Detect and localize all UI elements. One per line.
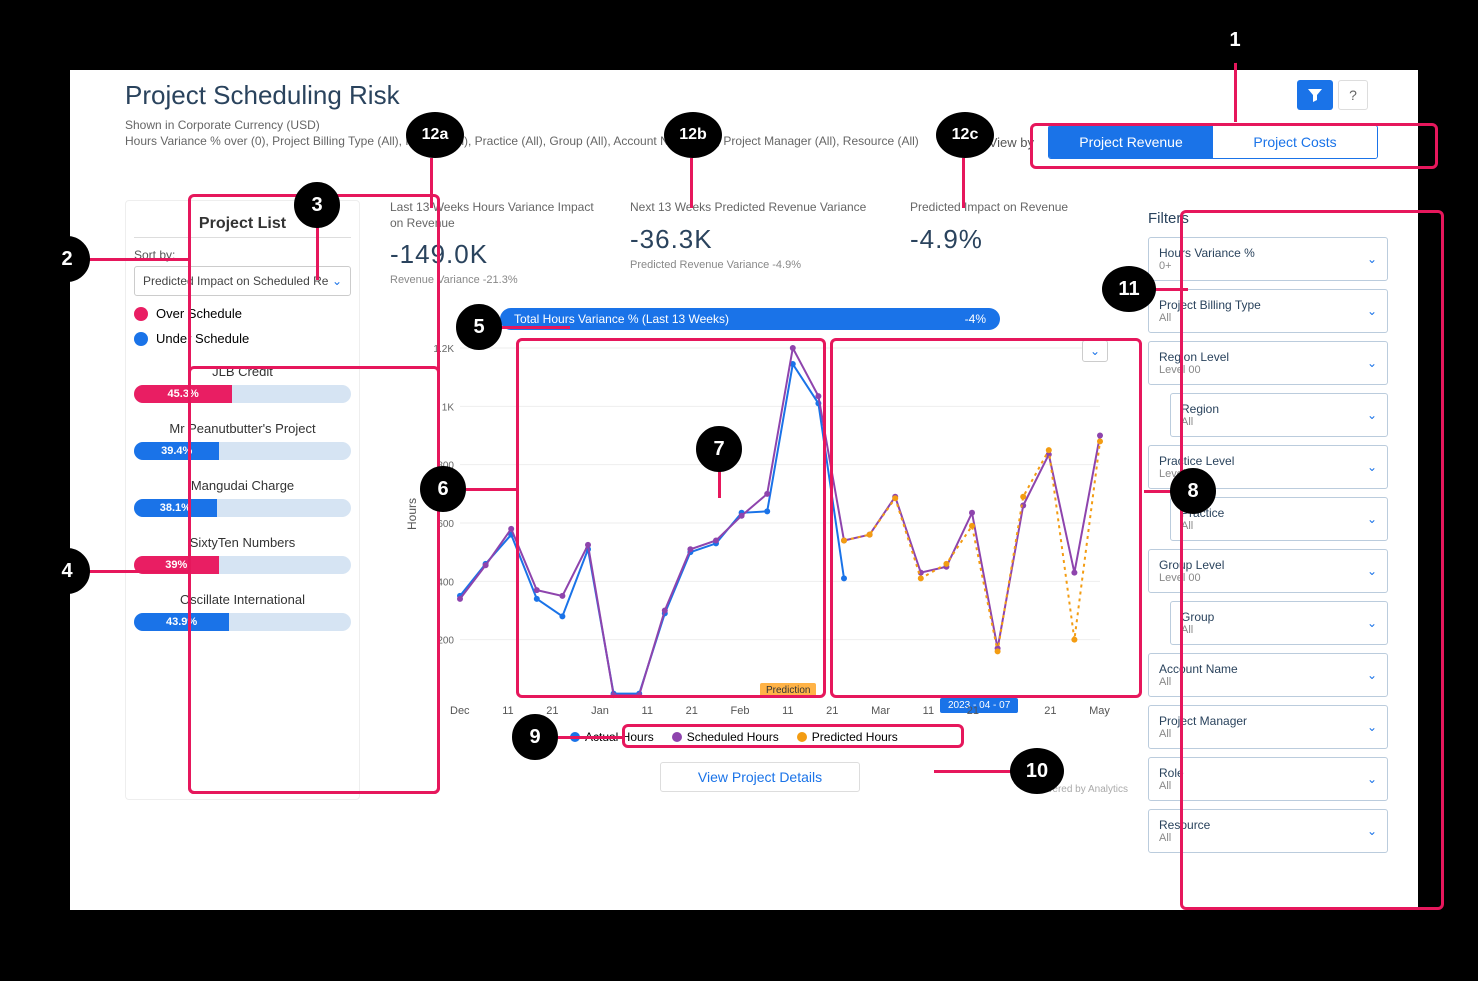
x-tick: Feb (731, 705, 750, 717)
x-tick: Jan (591, 705, 609, 717)
x-tick: Mar (871, 705, 890, 717)
callout-ring-8 (830, 338, 1142, 698)
header-subtitle-2: Hours Variance % over (0), Project Billi… (125, 134, 919, 148)
callout-line-2 (88, 258, 188, 261)
callout-line-5 (500, 326, 570, 329)
kpi-sub: Predicted Revenue Variance -4.9% (630, 259, 890, 271)
callout-10: 10 (1010, 748, 1064, 794)
total-hours-variance-bar: Total Hours Variance % (Last 13 Weeks) -… (500, 308, 1000, 330)
x-tick: 11 (923, 705, 934, 717)
callout-ring-4 (188, 366, 440, 794)
funnel-icon (1307, 87, 1323, 103)
callout-12b: 12b (664, 112, 722, 158)
callout-11: 11 (1102, 266, 1156, 312)
callout-ring-9 (622, 724, 964, 748)
callout-line-12b (690, 158, 693, 208)
under-schedule-dot-icon (134, 332, 148, 346)
x-tick: 21 (686, 705, 698, 717)
view-by-label: View by (989, 135, 1034, 150)
filter-toggle-button[interactable] (1297, 80, 1333, 110)
callout-1: 1 (1212, 17, 1258, 63)
x-tick: 11 (782, 705, 793, 717)
callout-2: 2 (44, 236, 90, 282)
callout-line-9 (558, 736, 622, 739)
callout-5: 5 (456, 304, 502, 350)
over-schedule-dot-icon (134, 307, 148, 321)
x-tick: 21 (1044, 705, 1056, 717)
callout-line-6 (466, 488, 516, 491)
kpi-label: Next 13 Weeks Predicted Revenue Variance (630, 200, 890, 216)
callout-ring-11 (1180, 210, 1444, 910)
callout-9: 9 (512, 714, 558, 760)
callout-line-12c (962, 158, 965, 208)
x-tick: 21 (546, 705, 558, 717)
x-tick: 11 (642, 705, 653, 717)
callout-3: 3 (294, 182, 340, 228)
callout-ring-7 (516, 338, 826, 698)
kpi-label: Predicted Impact on Revenue (910, 200, 1110, 216)
callout-4: 4 (44, 548, 90, 594)
kpi-value: -4.9% (910, 224, 1110, 255)
view-project-details-button[interactable]: View Project Details (660, 762, 860, 792)
x-tick: 21 (967, 705, 979, 717)
kpi-predicted-impact: Predicted Impact on Revenue -4.9% (910, 200, 1110, 255)
svg-text:1K: 1K (442, 402, 455, 413)
callout-ring-1 (1030, 123, 1438, 169)
callout-8: 8 (1170, 468, 1216, 514)
help-button[interactable]: ? (1338, 80, 1368, 110)
callout-7: 7 (696, 426, 742, 472)
callout-12c: 12c (936, 112, 994, 158)
header-subtitle-1: Shown in Corporate Currency (USD) (125, 118, 320, 132)
kpi-value: -36.3K (630, 224, 890, 255)
callout-line-1 (1234, 62, 1237, 122)
x-axis-ticks: Dec 11 21 Jan 11 21 Feb 11 21 Mar 11 21 21 May (450, 705, 1110, 717)
page-title: Project Scheduling Risk (125, 80, 400, 111)
callout-12a: 12a (406, 112, 464, 158)
callout-line-4 (88, 570, 188, 573)
callout-line-12a (430, 158, 433, 208)
callout-6: 6 (420, 466, 466, 512)
variance-bar-value: -4% (965, 312, 986, 326)
callout-line-10 (934, 770, 1014, 773)
x-tick: May (1089, 705, 1110, 717)
x-tick: Dec (450, 705, 470, 717)
x-tick: 11 (502, 705, 513, 717)
x-tick: 21 (826, 705, 838, 717)
variance-bar-label: Total Hours Variance % (Last 13 Weeks) (514, 312, 729, 326)
kpi-next-13-weeks: Next 13 Weeks Predicted Revenue Variance… (630, 200, 890, 271)
